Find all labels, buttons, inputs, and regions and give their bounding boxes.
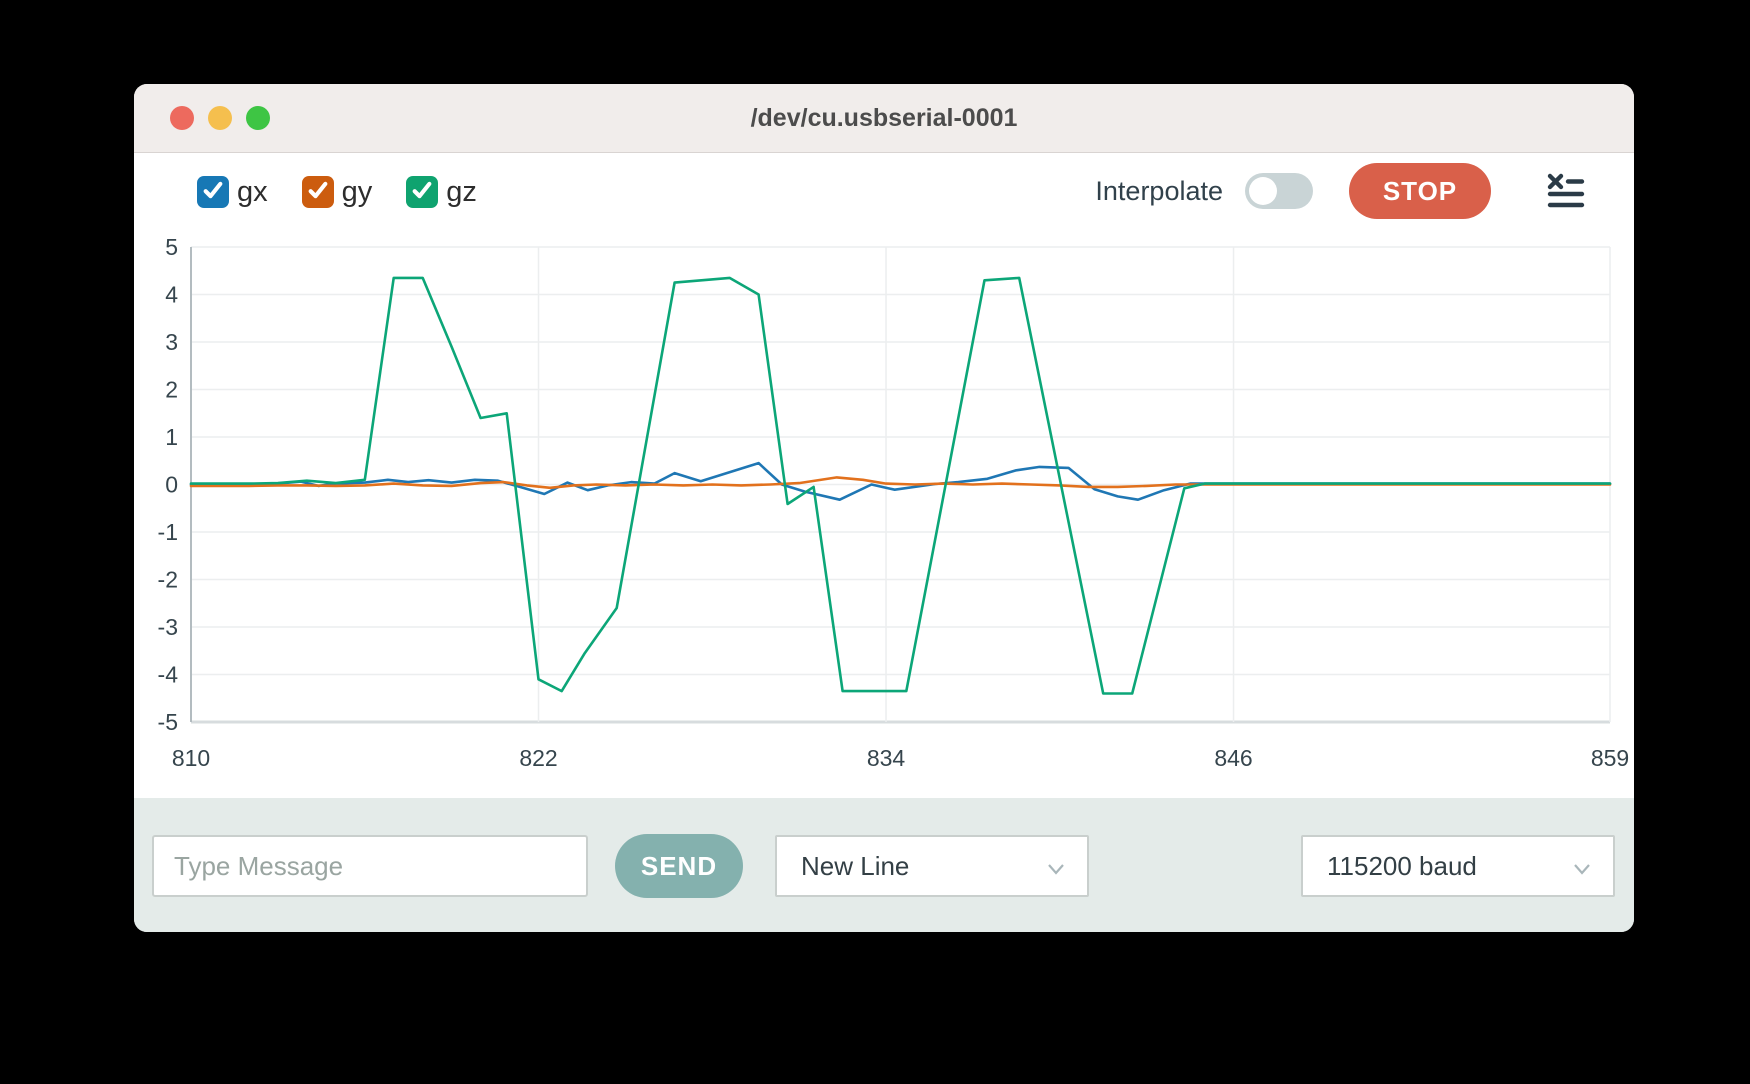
chart-canvas: 5 4 3 2 1 0 -1 -2 -3 -4 -5 810 822 834 846 859 — [134, 152, 1634, 798]
line-ending-value: New Line — [801, 851, 1047, 882]
chevron-down-icon — [1573, 851, 1591, 882]
y-tick-label: 0 — [165, 472, 178, 498]
y-tick-label: -3 — [158, 614, 178, 640]
y-tick-label: 1 — [165, 424, 178, 450]
plot-area: 5 4 3 2 1 0 -1 -2 -3 -4 -5 810 822 834 846 859 — [134, 152, 1634, 798]
y-tick-label: 4 — [165, 282, 178, 308]
line-ending-select[interactable]: New Line — [775, 835, 1089, 897]
series-gx — [191, 463, 1610, 500]
baud-rate-value: 115200 baud — [1327, 851, 1573, 882]
chevron-down-icon — [1047, 851, 1065, 882]
window-title: /dev/cu.usbserial-0001 — [134, 84, 1634, 152]
y-tick-label: -2 — [158, 567, 178, 593]
send-button[interactable]: SEND — [615, 834, 743, 898]
x-tick-label: 810 — [172, 745, 210, 771]
title-bar: /dev/cu.usbserial-0001 — [134, 84, 1634, 153]
y-tick-label: -4 — [158, 662, 179, 688]
y-tick-label: -5 — [158, 709, 178, 735]
bottom-bar: SEND New Line 115200 baud — [134, 798, 1634, 932]
app-window: /dev/cu.usbserial-0001 gx gy — [134, 84, 1634, 932]
x-tick-label: 822 — [519, 745, 557, 771]
x-tick-label: 846 — [1214, 745, 1252, 771]
y-tick-label: 5 — [165, 234, 178, 260]
x-tick-label: 834 — [867, 745, 906, 771]
y-tick-label: 2 — [165, 377, 178, 403]
x-tick-label: 859 — [1591, 745, 1629, 771]
message-input[interactable] — [152, 835, 588, 897]
y-tick-label: -1 — [158, 519, 178, 545]
baud-rate-select[interactable]: 115200 baud — [1301, 835, 1615, 897]
y-tick-label: 3 — [165, 329, 178, 355]
